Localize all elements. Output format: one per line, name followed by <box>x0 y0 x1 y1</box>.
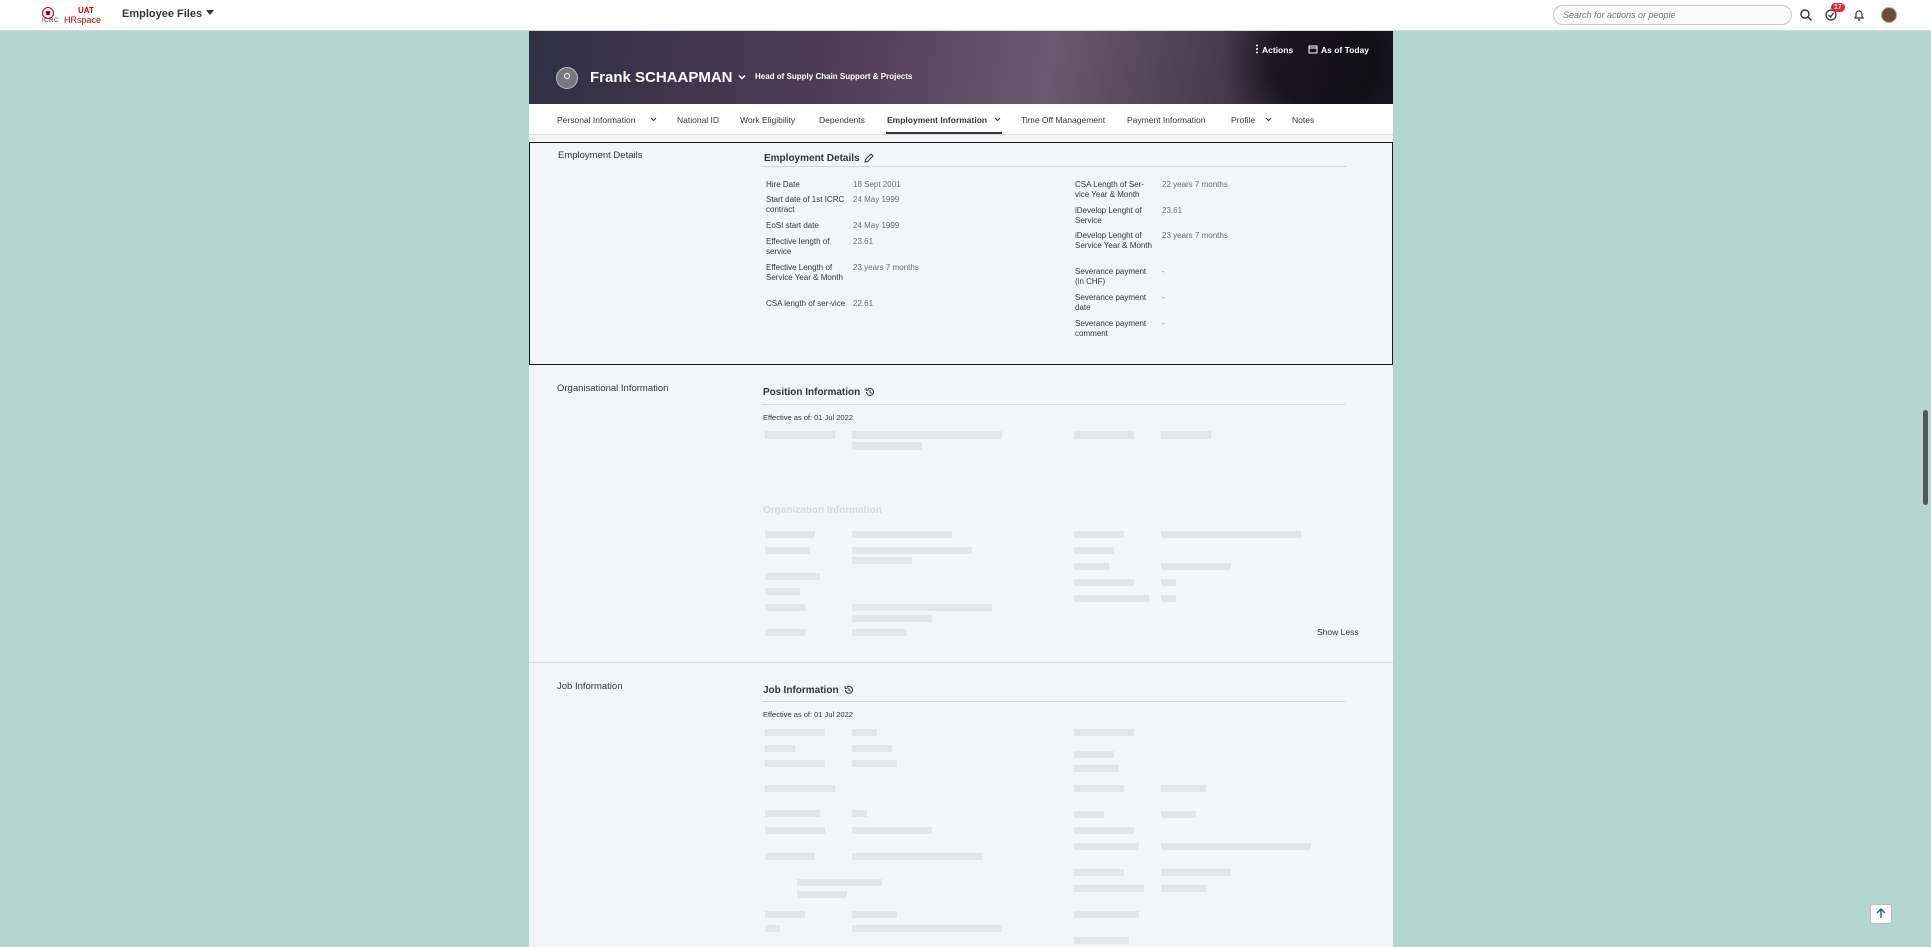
section-label-organisational-information: Organisational Information <box>557 383 669 394</box>
scroll-to-top-button[interactable] <box>1870 904 1892 924</box>
hrspace-logo[interactable]: ICRC UAT HRspace <box>42 6 102 26</box>
field-label: Effective Length of Service Year & Month <box>766 263 843 282</box>
as-of-label: As of Today <box>1321 45 1370 55</box>
bell-icon[interactable] <box>1852 8 1866 22</box>
employment-details-section: Employment Details Employment Details Hi… <box>529 142 1393 365</box>
field-label: Effective length of service <box>766 237 830 256</box>
search-icon[interactable] <box>1799 8 1813 22</box>
card-divider <box>762 404 1345 405</box>
notifications-badge: 17 <box>1831 3 1845 12</box>
field-label: iDevelop Lenght of Service Year & Month <box>1075 231 1152 250</box>
edit-pencil-icon[interactable] <box>863 152 875 164</box>
field-value: - <box>1162 267 1165 276</box>
field-label: CSA length of ser-vice <box>766 299 846 308</box>
chevron-down-icon[interactable] <box>738 73 746 81</box>
caret-down-icon <box>206 10 215 15</box>
header-background-image <box>1163 31 1393 104</box>
shell-bar: ICRC UAT HRspace Employee Files 17 <box>0 0 1931 31</box>
field-value: 23 years 7 months <box>853 263 919 272</box>
card-title-job-information: Job Information <box>763 685 839 696</box>
logo-uat-text: UAT <box>78 6 94 15</box>
tab-national-id[interactable]: National ID <box>677 115 719 125</box>
field-value: 22.61 <box>853 299 874 308</box>
field-label: EoSI start date <box>766 221 819 230</box>
app-menu-label: Employee Files <box>122 8 203 20</box>
logo-hrspace-text: HRspace <box>64 15 102 25</box>
search-input[interactable] <box>1553 5 1792 25</box>
employee-file-panel: Frank SCHAAPMAN Head of Supply Chain Sup… <box>529 31 1393 947</box>
user-avatar[interactable] <box>1881 7 1897 23</box>
field-value: - <box>1162 293 1165 302</box>
field-value: 23.61 <box>1162 206 1183 215</box>
tab-notes[interactable]: Notes <box>1292 115 1314 125</box>
tab-work-eligibility[interactable]: Work Eligibility <box>740 115 795 125</box>
tab-employment-information[interactable]: Employment Information <box>887 115 987 125</box>
field-value: 24 May 1999 <box>853 195 900 204</box>
section-divider <box>529 662 1393 663</box>
card-title-organization-information: Organization Information <box>763 505 882 516</box>
field-label: Severance payment date <box>1075 293 1147 312</box>
card-divider <box>762 701 1345 702</box>
tab-payment-information[interactable]: Payment Information <box>1127 115 1205 125</box>
field-value: 22 years 7 months <box>1162 180 1228 189</box>
effective-date: Effective as of: 01 Jul 2022 <box>763 413 853 422</box>
field-value: 23 years 7 months <box>1162 231 1228 240</box>
employee-avatar-icon <box>556 67 578 89</box>
field-label: Start date of 1st ICRC contract <box>766 195 845 214</box>
card-title-position-information: Position Information <box>763 387 861 398</box>
scrollbar-thumb[interactable] <box>1923 410 1928 505</box>
tab-profile[interactable]: Profile <box>1231 115 1255 125</box>
show-less-link[interactable]: Show Less <box>1317 627 1359 637</box>
tab-time-off-management[interactable]: Time Off Management <box>1021 115 1105 125</box>
as-of-today-button[interactable]: As of Today <box>1308 44 1369 55</box>
more-vertical-icon <box>1256 44 1258 54</box>
actions-label: Actions <box>1262 45 1294 55</box>
card-title-employment-details: Employment Details <box>764 153 860 164</box>
card-divider <box>763 166 1346 167</box>
chevron-down-icon[interactable] <box>650 116 657 123</box>
field-label: Hire Date <box>766 180 800 189</box>
field-label: Severance payment (in CHF) <box>1075 267 1147 286</box>
field-label: iDevelop Lenght of Service <box>1075 206 1142 225</box>
employee-title: Head of Supply Chain Support & Projects <box>755 72 913 81</box>
tab-personal-information[interactable]: Personal Information <box>557 115 635 125</box>
tab-dependents[interactable]: Dependents <box>819 115 865 125</box>
profile-header: Frank SCHAAPMAN Head of Supply Chain Sup… <box>529 31 1393 104</box>
field-value: 24 May 1999 <box>853 221 900 230</box>
field-value: 23.61 <box>853 237 874 246</box>
actions-button[interactable]: Actions <box>1255 44 1293 55</box>
field-label: Severance payment comment <box>1075 319 1147 338</box>
section-label-employment-details: Employment Details <box>558 150 643 161</box>
chevron-down-icon[interactable] <box>1265 116 1272 123</box>
field-value: - <box>1162 319 1165 328</box>
chevron-down-icon[interactable] <box>994 116 1001 123</box>
section-label-job-information: Job Information <box>557 681 623 692</box>
app-menu-button[interactable]: Employee Files <box>122 8 215 20</box>
field-label: CSA Length of Ser-vice Year & Month <box>1075 180 1144 199</box>
history-icon[interactable] <box>864 386 876 398</box>
logo-icrc-text: ICRC <box>42 18 59 24</box>
field-value: 18 Sept 2001 <box>853 180 901 189</box>
active-tab-indicator <box>886 132 1002 134</box>
arrow-up-icon <box>1876 908 1886 918</box>
tab-bar: Personal Information National ID Work El… <box>529 104 1393 135</box>
calendar-icon <box>1308 45 1318 54</box>
effective-date: Effective as of: 01 Jul 2022 <box>763 710 853 719</box>
history-icon[interactable] <box>843 684 855 696</box>
employee-name[interactable]: Frank SCHAAPMAN <box>590 69 733 86</box>
